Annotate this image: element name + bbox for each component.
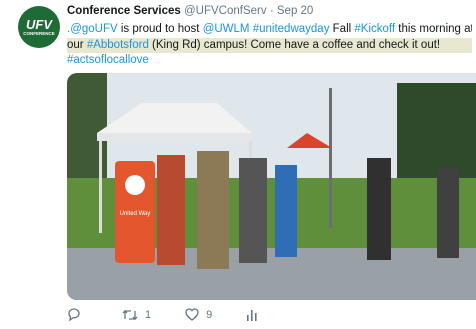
- tweet-photo[interactable]: United Way: [67, 73, 476, 300]
- united-way-logo: [125, 175, 145, 195]
- tweet-header: Conference Services @UFVConfServ · Sep 2…: [67, 5, 476, 17]
- tweet-text-line-2: our #Abbotsford (King Rd) campus! Come h…: [67, 37, 472, 53]
- mention-uwlm[interactable]: @UWLM: [203, 23, 250, 35]
- photo-scene: United Way: [67, 73, 476, 300]
- reply-icon: [68, 308, 80, 321]
- tent-valance: [97, 133, 252, 141]
- avatar-text: CONFERENCE: [23, 30, 55, 36]
- reply-button[interactable]: [67, 308, 88, 321]
- tweet-text: .@goUFV is proud to host @UWLM #unitedwa…: [67, 22, 472, 69]
- sign-label: United Way: [120, 211, 151, 217]
- hashtag-abbotsford[interactable]: #Abbotsford: [87, 39, 149, 51]
- tree-right: [397, 83, 476, 193]
- retweet-count: 1: [145, 308, 152, 321]
- hashtag-unitedwayday[interactable]: #unitedwayday: [253, 23, 330, 35]
- tweet-date[interactable]: Sep 20: [277, 5, 313, 17]
- author-name[interactable]: Conference Services: [67, 5, 181, 17]
- analytics-icon: [247, 309, 257, 321]
- person: [197, 151, 229, 269]
- author-handle[interactable]: @UFVConfServ: [184, 5, 267, 17]
- separator: ·: [269, 5, 274, 17]
- person: [437, 168, 459, 258]
- person: [275, 165, 297, 257]
- heart-icon: [185, 308, 199, 321]
- person: [157, 155, 185, 265]
- person: [367, 158, 391, 260]
- tweet-text-line-1: .@goUFV is proud to host @UWLM #unitedwa…: [67, 22, 472, 38]
- retweet-icon: [122, 309, 138, 320]
- hashtag-actsoflocallove[interactable]: #actsoflocallove: [67, 54, 149, 66]
- avatar-abbr: UFV: [26, 16, 52, 32]
- person: [239, 158, 267, 263]
- like-count: 9: [206, 308, 213, 321]
- text-segment: is proud to host: [117, 23, 203, 35]
- hashtag-kickoff[interactable]: #Kickoff: [354, 23, 395, 35]
- text-segment: our: [67, 38, 87, 51]
- text-segment: Fall: [329, 23, 355, 35]
- like-button[interactable]: 9: [185, 308, 212, 321]
- tweet-actions: 1 9: [67, 308, 299, 321]
- text-segment: this morning at: [395, 23, 472, 35]
- analytics-button[interactable]: [246, 309, 265, 321]
- retweet-button[interactable]: 1: [122, 309, 151, 321]
- tent-pole: [99, 141, 102, 233]
- lamp-post: [329, 88, 332, 228]
- text-segment: (King Rd) campus! Come have a coffee and…: [148, 38, 441, 51]
- mention-goufv[interactable]: .@goUFV: [67, 23, 118, 35]
- avatar[interactable]: UFV CONFERENCE: [18, 6, 60, 48]
- tweet-text-line-3: #actsoflocallove: [67, 53, 472, 69]
